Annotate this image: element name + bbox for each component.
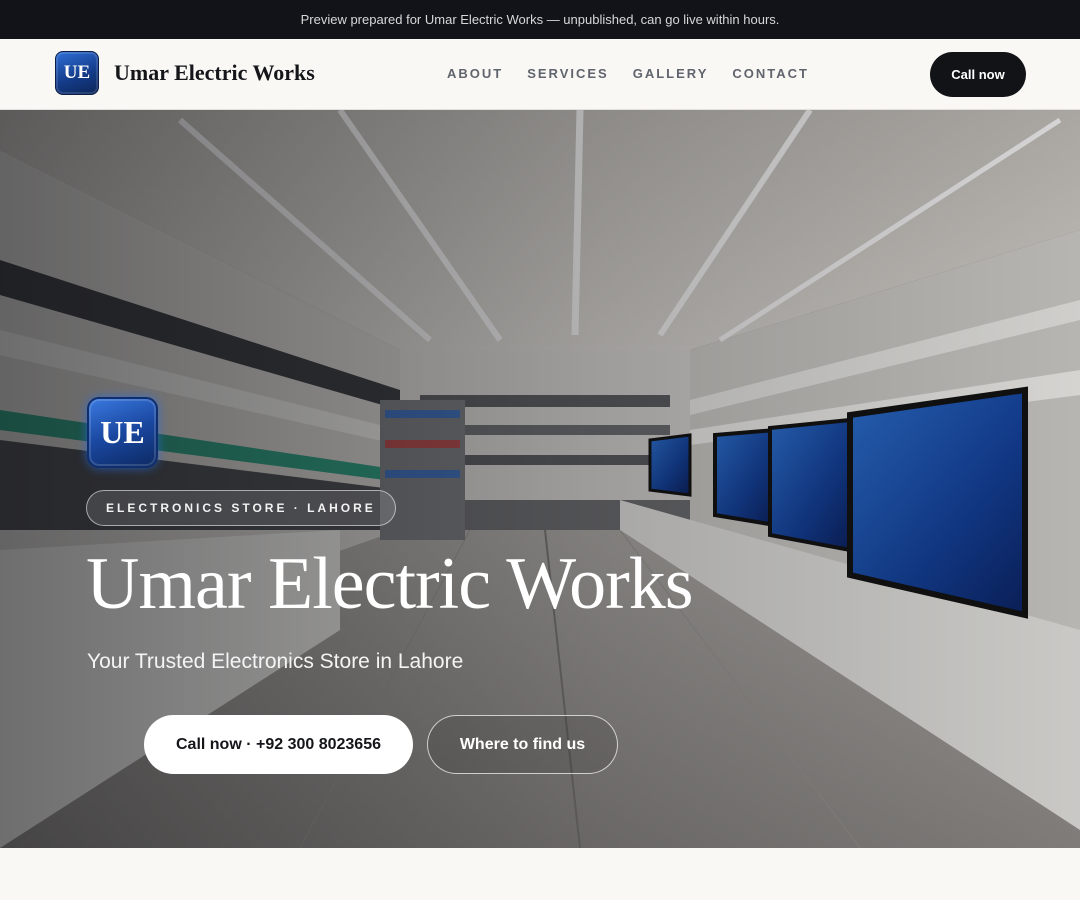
nav-link-gallery[interactable]: GALLERY (633, 66, 709, 81)
hero-subtitle: Your Trusted Electronics Store in Lahore (87, 650, 464, 673)
site-header: UE Umar Electric Works ABOUT SERVICES GA… (0, 39, 1080, 110)
hero-call-button[interactable]: Call now · +92 300 8023656 (144, 715, 413, 774)
nav-link-about[interactable]: ABOUT (447, 66, 503, 81)
brand-name: Umar Electric Works (114, 60, 315, 85)
hero-logo: UE (87, 397, 158, 468)
hero-category-badge: ELECTRONICS STORE · LAHORE (86, 490, 396, 526)
nav-link-services[interactable]: SERVICES (527, 66, 609, 81)
brand-logo: UE (55, 51, 99, 95)
preview-banner-text: Preview prepared for Umar Electric Works… (300, 12, 780, 27)
nav-link-contact[interactable]: CONTACT (732, 66, 809, 81)
hero-title: Umar Electric Works (86, 543, 694, 625)
hero-location-button[interactable]: Where to find us (427, 715, 618, 774)
hero-section: UE ELECTRONICS STORE · LAHORE Umar Elect… (0, 110, 1080, 848)
preview-banner: Preview prepared for Umar Electric Works… (0, 0, 1080, 39)
main-nav: ABOUT SERVICES GALLERY CONTACT (447, 66, 833, 81)
brand[interactable]: UE Umar Electric Works (55, 51, 315, 95)
header-call-button[interactable]: Call now (930, 52, 1026, 97)
